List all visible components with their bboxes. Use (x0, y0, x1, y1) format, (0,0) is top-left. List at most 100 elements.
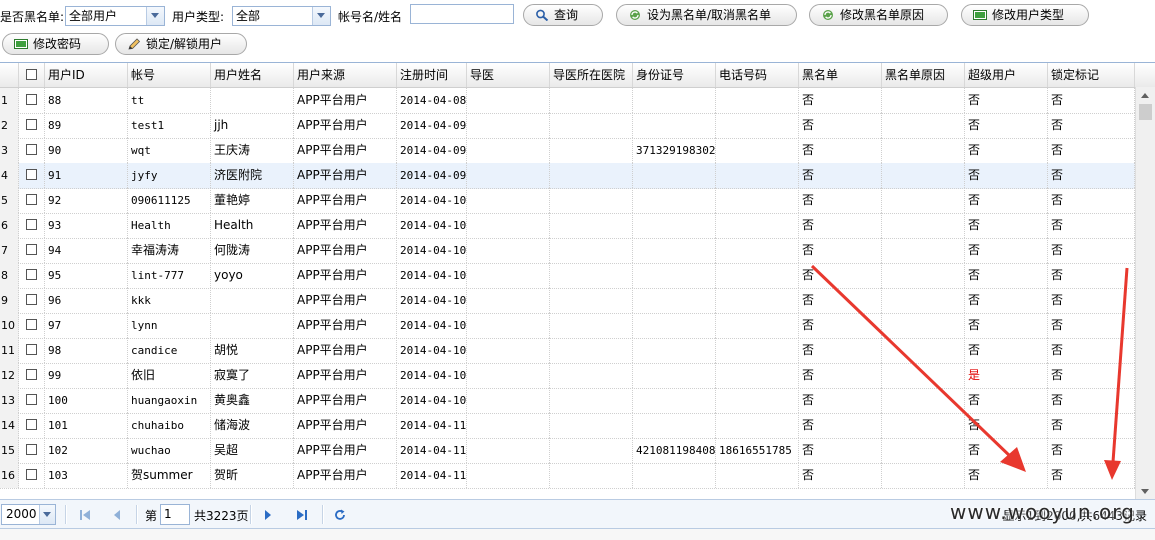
edit-reason-button-label: 修改黑名单原因 (840, 8, 925, 22)
row-checkbox-cell[interactable] (19, 213, 45, 238)
cell-superuser: 否 (965, 138, 1048, 163)
last-page-icon[interactable] (295, 508, 309, 522)
select-all-checkbox[interactable] (26, 69, 37, 80)
table-row[interactable]: 6 93 Health Health APP平台用户 2014-04-10 否否否 (0, 213, 1135, 239)
header-user-id[interactable]: 用户ID (45, 63, 128, 87)
page-number-input[interactable]: 1 (160, 504, 190, 525)
edit-reason-button[interactable]: 修改黑名单原因 (809, 4, 948, 26)
row-checkbox[interactable] (26, 344, 37, 355)
blacklist-select[interactable]: 全部用户 (65, 6, 165, 26)
table-row[interactable]: 2 89 test1 jjh APP平台用户 2014-04-09 否否否 (0, 113, 1135, 139)
lock-user-button[interactable]: 锁定/解锁用户 (115, 33, 247, 55)
scroll-up-icon[interactable] (1141, 93, 1149, 98)
table-row[interactable]: 5 92 090611125 董艳婷 APP平台用户 2014-04-10 否否否 (0, 188, 1135, 214)
row-checkbox[interactable] (26, 369, 37, 380)
cell-reg-time: 2014-04-11 (397, 463, 467, 488)
header-superuser[interactable]: 超级用户 (965, 63, 1048, 87)
row-checkbox-cell[interactable] (19, 313, 45, 338)
cell-blacklist: 否 (799, 263, 882, 288)
row-checkbox[interactable] (26, 444, 37, 455)
row-checkbox-cell[interactable] (19, 138, 45, 163)
separator (250, 505, 252, 524)
table-row[interactable]: 1 88 tt APP平台用户 2014-04-08 否否否 (0, 88, 1135, 114)
cell-account: lynn (128, 313, 211, 338)
row-checkbox[interactable] (26, 94, 37, 105)
row-checkbox-cell[interactable] (19, 188, 45, 213)
table-row[interactable]: 9 96 kkk APP平台用户 2014-04-10 否否否 (0, 288, 1135, 314)
row-checkbox[interactable] (26, 119, 37, 130)
header-account[interactable]: 帐号 (128, 63, 211, 87)
row-checkbox[interactable] (26, 219, 37, 230)
row-checkbox[interactable] (26, 294, 37, 305)
row-checkbox[interactable] (26, 469, 37, 480)
query-button[interactable]: 查询 (523, 4, 603, 26)
header-id-card[interactable]: 身份证号 (633, 63, 716, 87)
cell-username: 王庆涛 (211, 138, 294, 163)
table-row[interactable]: 12 99 依旧 寂寞了 APP平台用户 2014-04-10 否是否 (0, 363, 1135, 389)
table-row[interactable]: 8 95 lint-777 yoyo APP平台用户 2014-04-10 否否否 (0, 263, 1135, 289)
row-checkbox-cell[interactable] (19, 388, 45, 413)
cell-phone (716, 138, 799, 163)
table-row[interactable]: 4 91 jyfy 济医附院 APP平台用户 2014-04-09 否否否 (0, 163, 1135, 189)
row-checkbox-cell[interactable] (19, 413, 45, 438)
row-checkbox[interactable] (26, 144, 37, 155)
cell-guide-hospital (550, 338, 633, 363)
cell-source: APP平台用户 (294, 388, 397, 413)
table-row[interactable]: 13 100 huangaoxin 黄奥鑫 APP平台用户 2014-04-10 否否否 (0, 388, 1135, 414)
row-number: 5 (0, 188, 19, 213)
cell-reg-time: 2014-04-11 (397, 438, 467, 463)
vertical-scrollbar[interactable] (1135, 87, 1155, 500)
header-reg-time[interactable]: 注册时间 (397, 63, 467, 87)
header-username[interactable]: 用户姓名 (211, 63, 294, 87)
page-size-select[interactable]: 2000 (1, 504, 56, 525)
row-checkbox[interactable] (26, 194, 37, 205)
change-password-button[interactable]: 修改密码 (2, 33, 109, 55)
row-checkbox-cell[interactable] (19, 163, 45, 188)
table-row[interactable]: 3 90 wqt 王庆涛 APP平台用户 2014-04-09 3713291983021 否… (0, 138, 1135, 164)
next-page-icon[interactable] (261, 508, 275, 522)
first-page-icon[interactable] (78, 508, 92, 522)
scroll-down-icon[interactable] (1141, 489, 1149, 494)
table-row[interactable]: 14 101 chuhaibo 储海波 APP平台用户 2014-04-11 否否否 (0, 413, 1135, 439)
header-guide[interactable]: 导医 (467, 63, 550, 87)
row-checkbox-cell[interactable] (19, 338, 45, 363)
row-checkbox-cell[interactable] (19, 263, 45, 288)
usertype-select[interactable]: 全部 (232, 6, 331, 26)
card-icon (14, 39, 28, 49)
row-checkbox[interactable] (26, 244, 37, 255)
cell-blacklist-reason (882, 463, 965, 488)
header-blacklist[interactable]: 黑名单 (799, 63, 882, 87)
row-checkbox-cell[interactable] (19, 438, 45, 463)
header-guide-hospital[interactable]: 导医所在医院 (550, 63, 633, 87)
page-prefix: 第 (145, 509, 158, 523)
row-checkbox-cell[interactable] (19, 288, 45, 313)
row-checkbox[interactable] (26, 169, 37, 180)
set-blacklist-button[interactable]: 设为黑名单/取消黑名单 (616, 4, 797, 26)
row-checkbox-cell[interactable] (19, 113, 45, 138)
row-checkbox-cell[interactable] (19, 463, 45, 488)
cell-username: yoyo (211, 263, 294, 288)
header-phone[interactable]: 电话号码 (716, 63, 799, 87)
table-row[interactable]: 7 94 幸福涛涛 何陇涛 APP平台用户 2014-04-10 否否否 (0, 238, 1135, 264)
table-row[interactable]: 10 97 lynn APP平台用户 2014-04-10 否否否 (0, 313, 1135, 339)
row-checkbox[interactable] (26, 269, 37, 280)
table-row[interactable]: 15 102 wuchao 吴超 APP平台用户 2014-04-11 4210811984… (0, 438, 1135, 464)
table-row[interactable]: 11 98 candice 胡悦 APP平台用户 2014-04-10 否否否 (0, 338, 1135, 364)
refresh-icon[interactable] (333, 508, 347, 522)
prev-page-icon[interactable] (110, 508, 124, 522)
cell-blacklist-reason (882, 138, 965, 163)
header-lock[interactable]: 锁定标记 (1048, 63, 1135, 87)
row-checkbox[interactable] (26, 419, 37, 430)
header-source[interactable]: 用户来源 (294, 63, 397, 87)
scroll-thumb[interactable] (1139, 104, 1152, 120)
row-checkbox-cell[interactable] (19, 88, 45, 113)
row-checkbox[interactable] (26, 394, 37, 405)
header-blacklist-reason[interactable]: 黑名单原因 (882, 63, 965, 87)
row-checkbox-cell[interactable] (19, 363, 45, 388)
edit-usertype-button[interactable]: 修改用户类型 (961, 4, 1089, 26)
row-checkbox-cell[interactable] (19, 238, 45, 263)
table-row[interactable]: 16 103 贺summer 贺昕 APP平台用户 2014-04-11 否否否 (0, 463, 1135, 489)
account-input[interactable] (410, 4, 514, 24)
row-checkbox[interactable] (26, 319, 37, 330)
header-select-all[interactable] (19, 63, 45, 87)
